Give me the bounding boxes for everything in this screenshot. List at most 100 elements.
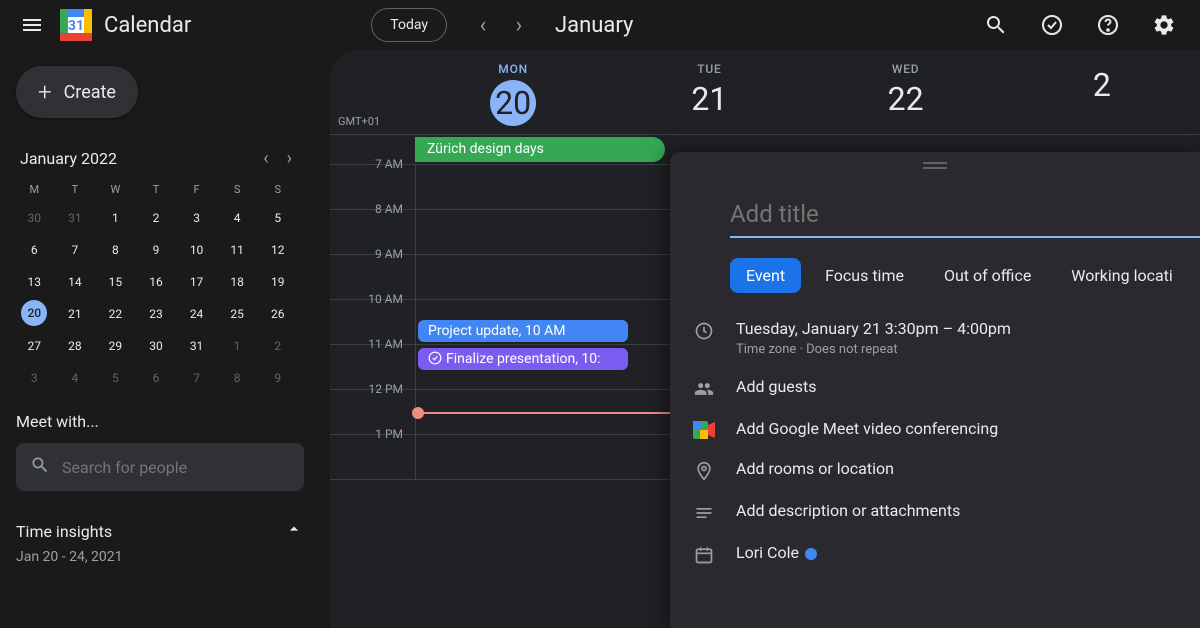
mini-day[interactable]: 25 <box>219 300 256 328</box>
mini-day[interactable]: 13 <box>16 268 53 296</box>
mini-day[interactable]: 29 <box>97 332 134 360</box>
mini-day[interactable]: 7 <box>57 236 94 264</box>
mini-day[interactable]: 4 <box>219 204 256 232</box>
day-column-header[interactable]: MON 20 <box>415 50 611 134</box>
mini-day[interactable]: 20 <box>21 300 47 326</box>
mini-day[interactable]: 17 <box>178 268 215 296</box>
event-repeat[interactable]: Time zone · Does not repeat <box>736 342 1011 357</box>
allday-event[interactable]: Zürich design days <box>415 137 665 162</box>
time-insights-range: Jan 20 - 24, 2021 <box>16 549 304 565</box>
mini-day[interactable]: 6 <box>138 364 175 392</box>
date-number: 2 <box>1004 66 1200 104</box>
mini-day[interactable]: 30 <box>16 204 53 232</box>
mini-day[interactable]: 5 <box>97 364 134 392</box>
next-period-button[interactable]: › <box>503 9 535 41</box>
mini-day[interactable]: 9 <box>138 236 175 264</box>
presence-dot-icon <box>805 548 817 560</box>
hour-label: 1 PM <box>330 427 415 471</box>
date-number: 20 <box>490 80 536 126</box>
event-title-input[interactable] <box>730 192 1200 238</box>
day-column-header[interactable]: TUE21 <box>611 50 807 134</box>
panel-row-notes[interactable]: Add description or attachments <box>670 491 1200 533</box>
hour-label: 11 AM <box>330 337 415 381</box>
mini-day[interactable]: 15 <box>97 268 134 296</box>
dow-label: TUE <box>611 62 807 76</box>
day-column-header[interactable]: 2 <box>1004 50 1200 134</box>
mini-day[interactable]: 22 <box>97 300 134 328</box>
mini-day[interactable]: 19 <box>259 268 296 296</box>
search-icon[interactable] <box>976 5 1016 45</box>
drag-handle-icon[interactable] <box>670 152 1200 182</box>
chevron-up-icon[interactable] <box>284 519 304 543</box>
mini-day[interactable]: 28 <box>57 332 94 360</box>
event-type-tab[interactable]: Out of office <box>928 258 1047 293</box>
time-insights-title: Time insights <box>16 522 112 541</box>
current-month-label: January <box>555 13 633 38</box>
hour-label: 10 AM <box>330 292 415 336</box>
time-cell[interactable] <box>415 435 677 479</box>
mini-day[interactable]: 31 <box>57 204 94 232</box>
create-event-panel: EventFocus timeOut of officeWorking loca… <box>670 152 1200 628</box>
calendar-owner[interactable]: Lori Cole <box>736 543 817 562</box>
mini-day[interactable]: 8 <box>97 236 134 264</box>
panel-row-meet[interactable]: Add Google Meet video conferencing <box>670 409 1200 449</box>
mini-dow: T <box>138 179 175 200</box>
search-people-input[interactable] <box>62 458 290 477</box>
prev-period-button[interactable]: ‹ <box>467 9 499 41</box>
mini-day[interactable]: 18 <box>219 268 256 296</box>
dow-label: MON <box>415 62 611 76</box>
event-type-tab[interactable]: Working locati <box>1055 258 1189 293</box>
create-button[interactable]: + Create <box>16 66 138 118</box>
mini-dow: S <box>219 179 256 200</box>
mini-day[interactable]: 4 <box>57 364 94 392</box>
calendar-event[interactable]: Finalize presentation, 10: <box>418 348 628 370</box>
mini-next-month[interactable]: › <box>287 148 292 169</box>
create-button-label: Create <box>64 82 116 103</box>
help-icon[interactable] <box>1088 5 1128 45</box>
today-button[interactable]: Today <box>371 8 447 42</box>
day-column-header[interactable]: WED22 <box>808 50 1004 134</box>
panel-row-location[interactable]: Add rooms or location <box>670 449 1200 491</box>
mini-day[interactable]: 27 <box>16 332 53 360</box>
mini-day[interactable]: 21 <box>57 300 94 328</box>
mini-calendar: January 2022 ‹ › MTWTFSS3031123456789101… <box>16 148 296 392</box>
mini-day[interactable]: 1 <box>219 332 256 360</box>
mini-day[interactable]: 6 <box>16 236 53 264</box>
mini-day[interactable]: 10 <box>178 236 215 264</box>
calendar-event[interactable]: Project update, 10 AM <box>418 320 628 342</box>
menu-icon[interactable] <box>8 1 56 49</box>
mini-day[interactable]: 2 <box>138 204 175 232</box>
time-cell[interactable] <box>415 210 677 254</box>
mini-day[interactable]: 26 <box>259 300 296 328</box>
meet-icon <box>692 419 716 439</box>
tasks-icon[interactable] <box>1032 5 1072 45</box>
mini-day[interactable]: 2 <box>259 332 296 360</box>
mini-day[interactable]: 11 <box>219 236 256 264</box>
mini-day[interactable]: 3 <box>178 204 215 232</box>
settings-icon[interactable] <box>1144 5 1184 45</box>
mini-day[interactable]: 1 <box>97 204 134 232</box>
mini-day[interactable]: 16 <box>138 268 175 296</box>
mini-day[interactable]: 30 <box>138 332 175 360</box>
panel-row-people[interactable]: Add guests <box>670 367 1200 409</box>
mini-day[interactable]: 23 <box>138 300 175 328</box>
event-type-tab[interactable]: Event <box>730 258 801 293</box>
event-datetime[interactable]: Tuesday, January 21 3:30pm – 4:00pm <box>736 319 1011 338</box>
mini-day[interactable]: 24 <box>178 300 215 328</box>
mini-day[interactable]: 7 <box>178 364 215 392</box>
mini-day[interactable]: 3 <box>16 364 53 392</box>
mini-day[interactable]: 14 <box>57 268 94 296</box>
mini-prev-month[interactable]: ‹ <box>263 148 268 169</box>
mini-day[interactable]: 12 <box>259 236 296 264</box>
mini-dow: T <box>57 179 94 200</box>
mini-dow: S <box>259 179 296 200</box>
mini-day[interactable]: 31 <box>178 332 215 360</box>
clock-icon <box>692 319 716 341</box>
mini-day[interactable]: 5 <box>259 204 296 232</box>
event-type-tab[interactable]: Focus time <box>809 258 920 293</box>
mini-day[interactable]: 8 <box>219 364 256 392</box>
mini-day[interactable]: 9 <box>259 364 296 392</box>
calendar-icon <box>692 543 716 565</box>
time-cell[interactable] <box>415 255 677 299</box>
time-cell[interactable] <box>415 165 677 209</box>
